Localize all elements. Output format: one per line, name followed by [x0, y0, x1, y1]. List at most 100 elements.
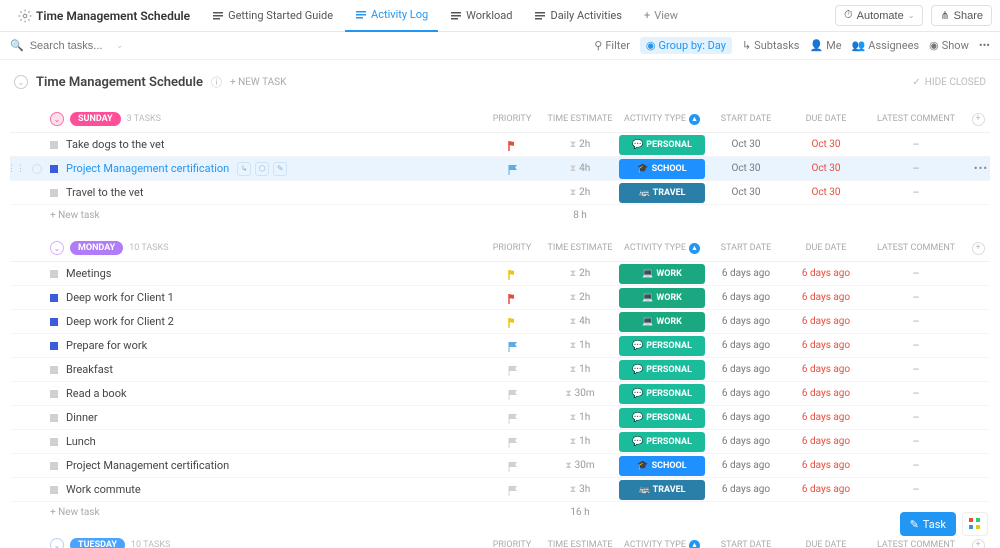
priority-cell[interactable]	[482, 437, 542, 447]
start-date-cell[interactable]: Oct 30	[706, 187, 786, 198]
comment-cell[interactable]: –	[866, 483, 966, 496]
row-actions[interactable]: •••	[966, 162, 990, 175]
start-date-cell[interactable]: 6 days ago	[706, 292, 786, 303]
priority-cell[interactable]	[482, 164, 542, 174]
activity-cell[interactable]: 🎓SCHOOL	[618, 159, 706, 179]
tab-activity-log[interactable]: Activity Log	[345, 0, 438, 32]
due-date-cell[interactable]: 6 days ago	[786, 340, 866, 351]
activity-cell[interactable]: 💬PERSONAL	[618, 135, 706, 155]
col-activity-type[interactable]: ACTIVITY TYPE▲	[618, 114, 706, 125]
comment-cell[interactable]: –	[866, 315, 966, 328]
activity-cell[interactable]: 💻WORK	[618, 312, 706, 332]
priority-cell[interactable]	[482, 413, 542, 423]
due-date-cell[interactable]: Oct 30	[786, 163, 866, 174]
task-row[interactable]: Breakfast ↳ ⬡ ✎ ⧗1h 💬PERSONAL 6 days ago…	[10, 358, 990, 382]
priority-cell[interactable]	[482, 341, 542, 351]
col-time-estimate[interactable]: TIME ESTIMATE	[542, 114, 618, 124]
due-date-cell[interactable]: 6 days ago	[786, 436, 866, 447]
col-priority[interactable]: PRIORITY	[482, 540, 542, 548]
tab-getting-started-guide[interactable]: Getting Started Guide	[202, 0, 343, 32]
task-row[interactable]: Deep work for Client 2 ↳ ⬡ ✎ ⧗4h 💻WORK 6…	[10, 310, 990, 334]
time-estimate-cell[interactable]: ⧗1h	[542, 364, 618, 375]
more-icon[interactable]: •••	[974, 162, 988, 175]
activity-cell[interactable]: 🚌TRAVEL	[618, 480, 706, 500]
due-date-cell[interactable]: 6 days ago	[786, 292, 866, 303]
start-date-cell[interactable]: Oct 30	[706, 163, 786, 174]
status-square[interactable]	[50, 318, 58, 326]
col-activity-type[interactable]: ACTIVITY TYPE▲	[618, 540, 706, 548]
time-estimate-cell[interactable]: ⧗2h	[542, 139, 618, 150]
more-menu[interactable]: •••	[979, 39, 990, 52]
col-latest-comment[interactable]: LATEST COMMENT	[866, 114, 966, 124]
show-button[interactable]: ◉Show	[929, 39, 969, 52]
filter-button[interactable]: ⚲Filter	[594, 39, 630, 52]
task-row[interactable]: Read a book ↳ ⬡ ✎ ⧗30m 💬PERSONAL 6 days …	[10, 382, 990, 406]
collapse-list[interactable]: ⌄	[14, 75, 28, 89]
search-box[interactable]: 🔍 ⌄	[10, 39, 140, 52]
due-date-cell[interactable]: Oct 30	[786, 187, 866, 198]
automate-button[interactable]: ⏱ Automate ⌄	[835, 5, 923, 26]
status-square[interactable]	[50, 414, 58, 422]
task-row[interactable]: ⋮⋮ Project Management certification ↳ ⬡ …	[10, 157, 990, 181]
status-square[interactable]	[50, 366, 58, 374]
start-date-cell[interactable]: Oct 30	[706, 139, 786, 150]
comment-cell[interactable]: –	[866, 411, 966, 424]
time-estimate-cell[interactable]: ⧗1h	[542, 412, 618, 423]
due-date-cell[interactable]: 6 days ago	[786, 412, 866, 423]
apps-fab[interactable]	[962, 512, 988, 536]
due-date-cell[interactable]: 6 days ago	[786, 484, 866, 495]
due-date-cell[interactable]: 6 days ago	[786, 364, 866, 375]
time-estimate-cell[interactable]: ⧗30m	[542, 388, 618, 399]
tab-workload[interactable]: Workload	[440, 0, 522, 32]
col-priority[interactable]: PRIORITY	[482, 243, 542, 253]
collapse-group[interactable]: ⌄	[50, 241, 64, 255]
comment-cell[interactable]: –	[866, 186, 966, 199]
activity-cell[interactable]: 🚌TRAVEL	[618, 183, 706, 203]
new-task-row[interactable]: + New task	[10, 210, 482, 221]
new-task-fab[interactable]: ✎Task	[900, 512, 956, 536]
start-date-cell[interactable]: 6 days ago	[706, 388, 786, 399]
new-task-header[interactable]: + NEW TASK	[230, 77, 286, 88]
status-square[interactable]	[50, 462, 58, 470]
status-square[interactable]	[50, 342, 58, 350]
comment-cell[interactable]: –	[866, 339, 966, 352]
drag-handle[interactable]: ⋮⋮	[10, 164, 22, 174]
tab-main[interactable]: Time Management Schedule	[8, 0, 200, 32]
task-row[interactable]: Travel to the vet ↳ ⬡ ✎ ⧗2h 🚌TRAVEL Oct …	[10, 181, 990, 205]
priority-cell[interactable]	[482, 389, 542, 399]
priority-cell[interactable]	[482, 461, 542, 471]
new-task-row[interactable]: + New task	[10, 507, 482, 518]
create-subtask-icon[interactable]: ↳	[237, 162, 251, 176]
time-estimate-cell[interactable]: ⧗1h	[542, 340, 618, 351]
time-estimate-cell[interactable]: ⧗3h	[542, 484, 618, 495]
col-priority[interactable]: PRIORITY	[482, 114, 542, 124]
status-square[interactable]	[50, 390, 58, 398]
status-square[interactable]	[50, 438, 58, 446]
status-square[interactable]	[50, 486, 58, 494]
col-time-estimate[interactable]: TIME ESTIMATE	[542, 243, 618, 253]
activity-cell[interactable]: 💬PERSONAL	[618, 432, 706, 452]
task-row[interactable]: Dinner ↳ ⬡ ✎ ⧗1h 💬PERSONAL 6 days ago 6 …	[10, 406, 990, 430]
col-due-date[interactable]: DUE DATE	[786, 114, 866, 124]
start-date-cell[interactable]: 6 days ago	[706, 316, 786, 327]
comment-cell[interactable]: –	[866, 162, 966, 175]
share-button[interactable]: ⋔ Share	[931, 5, 992, 26]
day-pill[interactable]: SUNDAY	[70, 112, 121, 126]
start-date-cell[interactable]: 6 days ago	[706, 436, 786, 447]
status-square[interactable]	[50, 165, 58, 173]
day-pill[interactable]: TUESDAY	[70, 538, 125, 548]
comment-cell[interactable]: –	[866, 459, 966, 472]
time-estimate-cell[interactable]: ⧗2h	[542, 292, 618, 303]
info-icon[interactable]: ⓘ	[211, 74, 222, 90]
status-square[interactable]	[50, 141, 58, 149]
time-estimate-cell[interactable]: ⧗1h	[542, 436, 618, 447]
start-date-cell[interactable]: 6 days ago	[706, 268, 786, 279]
activity-cell[interactable]: 💬PERSONAL	[618, 384, 706, 404]
activity-cell[interactable]: 💬PERSONAL	[618, 336, 706, 356]
due-date-cell[interactable]: 6 days ago	[786, 388, 866, 399]
hide-closed[interactable]: ✓HIDE CLOSED	[912, 77, 986, 88]
collapse-group[interactable]: ⌄	[50, 538, 64, 548]
time-estimate-cell[interactable]: ⧗4h	[542, 163, 618, 174]
col-due-date[interactable]: DUE DATE	[786, 243, 866, 253]
activity-cell[interactable]: 💻WORK	[618, 288, 706, 308]
